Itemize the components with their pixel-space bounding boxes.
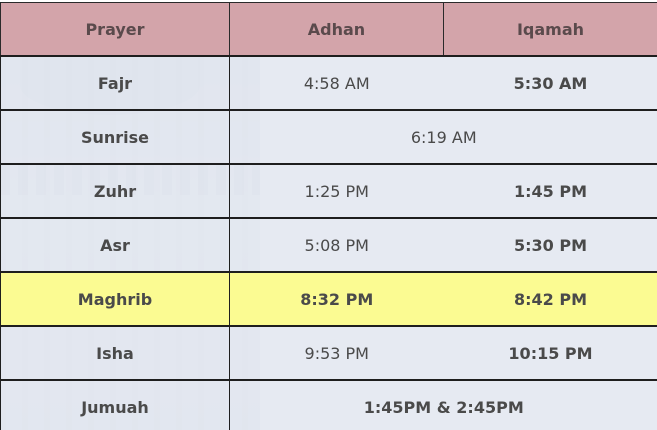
- prayer-name: Isha: [0, 326, 230, 381]
- table-row-jumuah: Jumuah 1:45PM & 2:45PM: [0, 380, 657, 430]
- adhan-time: 8:32 PM: [229, 272, 444, 327]
- adhan-time: 1:25 PM: [229, 164, 444, 219]
- table-row-isha: Isha 9:53 PM 10:15 PM: [0, 326, 657, 381]
- table-row-fajr: Fajr 4:58 AM 5:30 AM: [0, 56, 657, 111]
- adhan-time: 5:08 PM: [229, 218, 444, 273]
- prayer-times-widget: Prayer Adhan Iqamah Fajr 4:58 AM 5:30 AM…: [0, 0, 657, 430]
- table-row-maghrib-current: Maghrib 8:32 PM 8:42 PM: [0, 272, 657, 327]
- iqamah-time: 1:45 PM: [443, 164, 657, 219]
- iqamah-time: 5:30 AM: [443, 56, 657, 111]
- adhan-time: 9:53 PM: [229, 326, 444, 381]
- iqamah-time: 8:42 PM: [443, 272, 657, 327]
- sunrise-time: 6:19 AM: [229, 110, 657, 165]
- table-row-asr: Asr 5:08 PM 5:30 PM: [0, 218, 657, 273]
- prayer-name: Fajr: [0, 56, 230, 111]
- table-row-sunrise: Sunrise 6:19 AM: [0, 110, 657, 165]
- jumuah-times: 1:45PM & 2:45PM: [229, 380, 657, 430]
- prayer-name: Asr: [0, 218, 230, 273]
- prayer-name: Sunrise: [0, 110, 230, 165]
- iqamah-time: 5:30 PM: [443, 218, 657, 273]
- header-adhan: Adhan: [229, 2, 444, 57]
- prayer-name: Jumuah: [0, 380, 230, 430]
- adhan-time: 4:58 AM: [229, 56, 444, 111]
- prayer-name: Zuhr: [0, 164, 230, 219]
- header-iqamah: Iqamah: [443, 2, 657, 57]
- table-row-zuhr: Zuhr 1:25 PM 1:45 PM: [0, 164, 657, 219]
- table-header-row: Prayer Adhan Iqamah: [0, 2, 657, 57]
- header-prayer: Prayer: [0, 2, 230, 57]
- prayer-name: Maghrib: [0, 272, 230, 327]
- prayer-times-table: Prayer Adhan Iqamah Fajr 4:58 AM 5:30 AM…: [0, 2, 657, 430]
- iqamah-time: 10:15 PM: [443, 326, 657, 381]
